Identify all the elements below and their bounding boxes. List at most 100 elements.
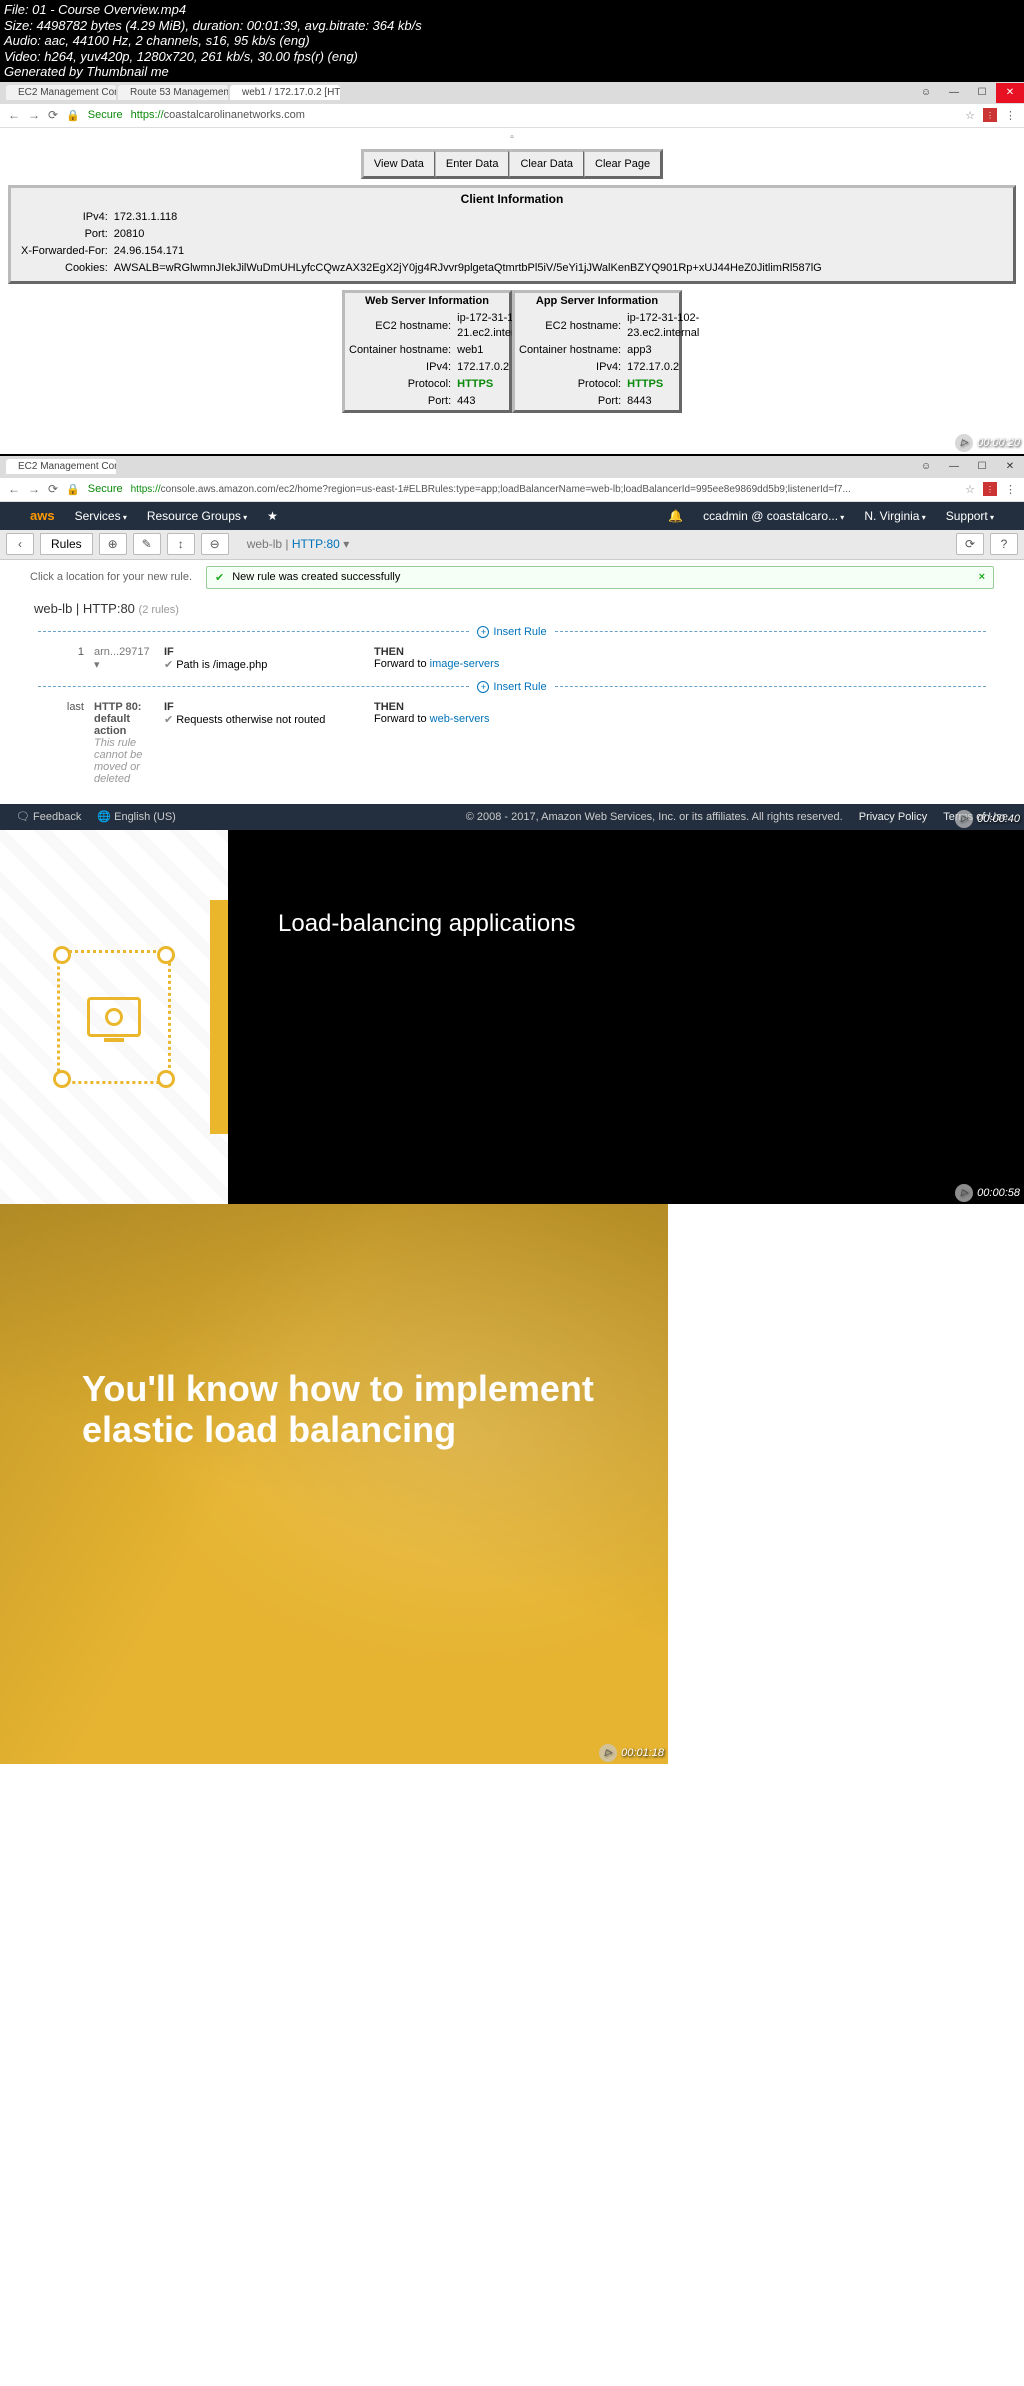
- maximize-button[interactable]: ☐: [968, 83, 996, 103]
- minimize-button[interactable]: —: [940, 457, 968, 477]
- browser-menu-icon[interactable]: ⋮: [1005, 109, 1016, 122]
- privacy-link[interactable]: Privacy Policy: [859, 811, 927, 823]
- play-icon: ▷: [599, 1744, 617, 1762]
- pin-icon[interactable]: ★: [267, 509, 278, 523]
- thumbnail-frame-3: Load-balancing applications ▷00:00:58: [0, 830, 1024, 1204]
- back-button[interactable]: ←: [8, 108, 20, 122]
- rules-subbar: Click a location for your new rule. ✔ Ne…: [0, 560, 1024, 595]
- broken-image-icon: ▫: [8, 132, 1016, 143]
- bell-icon[interactable]: 🔔: [668, 509, 683, 523]
- secure-label: Secure: [88, 483, 123, 495]
- minimize-button[interactable]: —: [940, 83, 968, 103]
- timestamp-badge: ▷00:01:18: [599, 1744, 664, 1762]
- meta-file: File: 01 - Course Overview.mp4: [4, 2, 1020, 18]
- reorder-rule-button[interactable]: ↕: [167, 533, 195, 555]
- url-field[interactable]: https://console.aws.amazon.com/ec2/home?…: [131, 484, 851, 495]
- meta-size: Size: 4498782 bytes (4.29 MiB), duration…: [4, 18, 1020, 34]
- extension-icon[interactable]: ⋮: [983, 482, 997, 496]
- refresh-button[interactable]: ⟳: [956, 533, 984, 555]
- bookmark-icon[interactable]: ☆: [965, 483, 975, 496]
- bookmark-icon[interactable]: ☆: [965, 109, 975, 122]
- browser-tab-strip: EC2 Management Conso× Route 53 Managemen…: [0, 82, 1024, 104]
- clear-data-button[interactable]: Clear Data: [509, 151, 584, 177]
- browser-tab-route53[interactable]: Route 53 Management×: [118, 85, 228, 100]
- browser-tab-ec2[interactable]: EC2 Management Conso×: [6, 459, 116, 474]
- account-menu[interactable]: ccadmin @ coastalcaro...: [703, 509, 844, 523]
- lock-icon: 🔒: [66, 109, 80, 122]
- check-icon: ✔: [215, 571, 224, 584]
- enter-data-button[interactable]: Enter Data: [435, 151, 510, 177]
- page-content: ▫ View Data Enter Data Clear Data Clear …: [0, 128, 1024, 421]
- services-menu[interactable]: Services: [75, 509, 127, 523]
- meta-audio: Audio: aac, 44100 Hz, 2 channels, s16, 9…: [4, 33, 1020, 49]
- support-menu[interactable]: Support: [946, 509, 994, 523]
- forward-button[interactable]: →: [28, 108, 40, 122]
- thumbnail-frame-4: You'll know how to implement elastic loa…: [0, 1204, 668, 1764]
- play-icon: ▷: [955, 434, 973, 452]
- breadcrumb: web-lb | HTTP:80 ▾: [247, 537, 350, 551]
- view-data-button[interactable]: View Data: [363, 151, 435, 177]
- success-banner: ✔ New rule was created successfully ×: [206, 566, 994, 589]
- insert-rule-line[interactable]: +Insert Rule: [30, 681, 994, 693]
- close-window-button[interactable]: ✕: [996, 457, 1024, 477]
- target-group-link[interactable]: image-servers: [430, 658, 500, 670]
- add-rule-button[interactable]: ⊕: [99, 533, 127, 555]
- secure-label: Secure: [88, 109, 123, 121]
- rule-row-default[interactable]: last HTTP 80: default actionThis rule ca…: [0, 699, 1024, 789]
- reload-button[interactable]: ⟳: [48, 108, 58, 122]
- url-field[interactable]: https://coastalcarolinanetworks.com: [131, 109, 305, 121]
- aws-header: aws Services Resource Groups ★ 🔔 ccadmin…: [0, 502, 1024, 530]
- app-server-panel: App Server Information EC2 hostname:ip-1…: [512, 290, 682, 413]
- target-group-link[interactable]: web-servers: [430, 713, 490, 725]
- back-button[interactable]: ‹: [6, 533, 34, 555]
- button-bar: View Data Enter Data Clear Data Clear Pa…: [361, 149, 663, 179]
- clear-page-button[interactable]: Clear Page: [584, 151, 661, 177]
- thumbnail-frame-2: EC2 Management Conso× ☺ — ☐ ✕ ← → ⟳ 🔒 Se…: [0, 456, 1024, 830]
- meta-generated: Generated by Thumbnail me: [4, 64, 1020, 80]
- feedback-link[interactable]: 🗨 Feedback: [16, 810, 81, 823]
- language-selector[interactable]: 🌐 English (US): [97, 810, 176, 823]
- client-info-panel: Client Information IPv4:172.31.1.118 Por…: [8, 185, 1016, 284]
- hint-text: Click a location for your new rule.: [30, 571, 192, 583]
- help-button[interactable]: ?: [990, 533, 1018, 555]
- client-info-title: Client Information: [17, 192, 1007, 206]
- browser-tab-ec2[interactable]: EC2 Management Conso×: [6, 85, 116, 100]
- edit-rule-button[interactable]: ✎: [133, 533, 161, 555]
- browser-address-bar: ← → ⟳ 🔒 Secure https://coastalcarolinane…: [0, 104, 1024, 128]
- aws-logo[interactable]: aws: [30, 508, 55, 523]
- delete-rule-button[interactable]: ⊖: [201, 533, 229, 555]
- back-button[interactable]: ←: [8, 482, 20, 496]
- resource-groups-menu[interactable]: Resource Groups: [147, 509, 247, 523]
- play-icon: ▷: [955, 1184, 973, 1202]
- plus-icon: +: [477, 626, 489, 638]
- forward-button[interactable]: →: [28, 482, 40, 496]
- region-menu[interactable]: N. Virginia: [864, 509, 925, 523]
- aws-footer: 🗨 Feedback 🌐 English (US) © 2008 - 2017,…: [0, 804, 1024, 830]
- maximize-button[interactable]: ☐: [968, 457, 996, 477]
- video-metadata: File: 01 - Course Overview.mp4 Size: 449…: [0, 0, 1024, 82]
- success-text: New rule was created successfully: [232, 571, 400, 583]
- timestamp-badge: ▷00:00:40: [955, 810, 1020, 828]
- close-window-button[interactable]: ✕: [996, 83, 1024, 103]
- dismiss-button[interactable]: ×: [979, 571, 985, 583]
- web-server-panel: Web Server Information EC2 hostname:ip-1…: [342, 290, 512, 413]
- timestamp-badge: ▷00:00:58: [955, 1184, 1020, 1202]
- rules-title: web-lb | HTTP:80 (2 rules): [0, 595, 1024, 620]
- reload-button[interactable]: ⟳: [48, 482, 58, 496]
- user-icon[interactable]: ☺: [912, 83, 940, 103]
- copyright-text: © 2008 - 2017, Amazon Web Services, Inc.…: [466, 811, 843, 823]
- network-diagram-icon: [39, 932, 189, 1102]
- browser-menu-icon[interactable]: ⋮: [1005, 483, 1016, 496]
- thumbnail-frame-1: EC2 Management Conso× Route 53 Managemen…: [0, 82, 1024, 456]
- browser-tab-strip: EC2 Management Conso× ☺ — ☐ ✕: [0, 456, 1024, 478]
- slide-sidebar: [0, 830, 228, 1204]
- rules-toolbar: ‹ Rules ⊕ ✎ ↕ ⊖ web-lb | HTTP:80 ▾ ⟳ ?: [0, 530, 1024, 560]
- extension-icon[interactable]: ⋮: [983, 108, 997, 122]
- browser-tab-web1[interactable]: web1 / 172.17.0.2 [HTTP×: [230, 85, 340, 100]
- rules-tab[interactable]: Rules: [40, 533, 93, 555]
- insert-rule-line[interactable]: +Insert Rule: [30, 626, 994, 638]
- timestamp-badge: ▷00:00:20: [955, 434, 1020, 452]
- rule-row-1[interactable]: 1 arn...29717 ▾ IF✔Path is /image.php TH…: [0, 644, 1024, 675]
- user-icon[interactable]: ☺: [912, 457, 940, 477]
- slide-title: Load-balancing applications: [228, 830, 1024, 1204]
